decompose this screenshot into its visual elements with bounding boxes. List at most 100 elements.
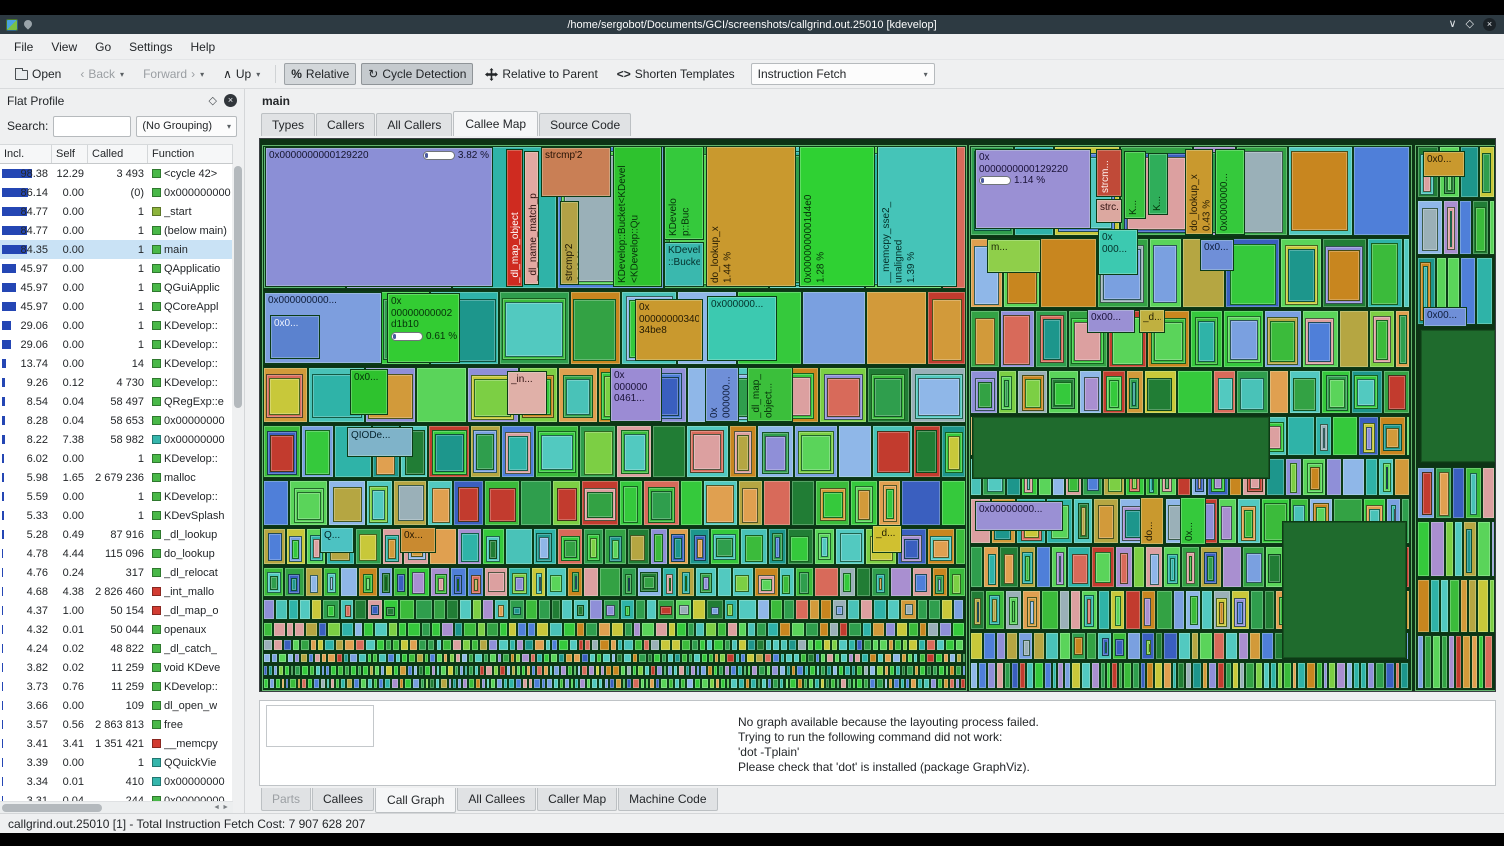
treemap-cell[interactable]: [687, 622, 695, 637]
treemap-cell[interactable]: [850, 480, 878, 526]
treemap-cell[interactable]: [692, 599, 706, 620]
treemap-cell[interactable]: strcmp'2: [541, 147, 611, 197]
treemap-cell[interactable]: [273, 639, 283, 651]
treemap-subcell[interactable]: [369, 486, 389, 523]
treemap-cell[interactable]: [788, 639, 796, 651]
treemap-cell[interactable]: [819, 622, 829, 637]
treemap-subcell[interactable]: [1240, 151, 1284, 233]
treemap-cell[interactable]: [589, 653, 596, 663]
treemap-cell[interactable]: [985, 590, 1005, 630]
treemap-cell[interactable]: [263, 653, 271, 663]
treemap-cell[interactable]: [378, 653, 387, 663]
tab-all-callers[interactable]: All Callers: [376, 113, 452, 136]
treemap-cell[interactable]: [300, 639, 310, 651]
treemap-cell[interactable]: [935, 653, 944, 663]
treemap-subcell[interactable]: [327, 573, 336, 593]
treemap-cell[interactable]: [328, 480, 366, 526]
treemap-subcell[interactable]: [1439, 472, 1449, 516]
treemap-cell[interactable]: [1192, 662, 1202, 689]
treemap-cell[interactable]: [1270, 662, 1277, 689]
treemap-cell[interactable]: [1018, 632, 1033, 660]
treemap-cell[interactable]: K...: [1148, 153, 1168, 215]
treemap-cell[interactable]: [318, 622, 327, 637]
treemap-subcell[interactable]: [1328, 250, 1360, 301]
treemap-subcell[interactable]: [745, 535, 763, 562]
treemap-cell[interactable]: [856, 678, 863, 689]
treemap-cell[interactable]: [408, 567, 430, 597]
treemap-subcell[interactable]: [1040, 315, 1064, 363]
table-row[interactable]: 3.570.562 863 813free: [0, 715, 233, 734]
treemap-cell[interactable]: [418, 639, 427, 651]
treemap-cell[interactable]: [353, 678, 360, 689]
treemap-cell[interactable]: [887, 599, 900, 620]
treemap-cell[interactable]: [826, 653, 834, 663]
treemap-subcell[interactable]: [1466, 529, 1472, 573]
treemap-cell[interactable]: [970, 370, 998, 414]
table-row[interactable]: 5.280.4987 916_dl_lookup: [0, 525, 233, 544]
treemap-cell[interactable]: [650, 528, 669, 565]
treemap-subcell[interactable]: [288, 574, 300, 594]
treemap-cell[interactable]: [1026, 662, 1034, 689]
treemap-cell[interactable]: [1223, 310, 1264, 368]
treemap-cell[interactable]: [1365, 458, 1378, 496]
tab-call-graph[interactable]: Call Graph: [375, 788, 456, 813]
treemap-subcell[interactable]: [679, 605, 689, 615]
grouping-select[interactable]: (No Grouping) ▾: [136, 116, 237, 137]
treemap-subcell[interactable]: [791, 377, 812, 416]
treemap-cell[interactable]: [453, 480, 484, 526]
back-button[interactable]: ‹ Back ▾: [73, 63, 131, 85]
treemap-cell[interactable]: [1472, 200, 1489, 255]
table-row[interactable]: 5.981.652 679 236malloc: [0, 468, 233, 487]
treemap-cell[interactable]: 0x000...: [1098, 229, 1138, 275]
treemap-cell[interactable]: [1285, 458, 1302, 496]
treemap-cell[interactable]: [527, 622, 536, 637]
treemap-cell[interactable]: [1339, 310, 1368, 368]
treemap-subcell[interactable]: [587, 534, 601, 561]
treemap-cell[interactable]: [1213, 632, 1225, 660]
treemap-cell[interactable]: [927, 291, 966, 365]
treemap-cell[interactable]: [538, 599, 551, 620]
treemap-subcell[interactable]: [1219, 602, 1224, 624]
treemap-cell[interactable]: [724, 639, 731, 651]
treemap-cell[interactable]: [271, 653, 278, 663]
treemap-cell[interactable]: [710, 528, 740, 565]
treemap-subcell[interactable]: [836, 606, 843, 615]
treemap-subcell[interactable]: [693, 434, 721, 470]
treemap-subcell[interactable]: [915, 374, 963, 419]
treemap-subcell[interactable]: [883, 485, 898, 522]
treemap-cell[interactable]: [484, 567, 508, 597]
treemap-cell[interactable]: [1225, 632, 1239, 660]
table-row[interactable]: 3.413.411 351 421__memcpy: [0, 734, 233, 753]
menu-settings[interactable]: Settings: [121, 36, 180, 58]
treemap-cell[interactable]: [1199, 632, 1213, 660]
treemap-cell[interactable]: [305, 622, 319, 637]
treemap-subcell[interactable]: [398, 485, 424, 521]
treemap-cell[interactable]: [656, 665, 663, 676]
treemap-cell[interactable]: [1141, 632, 1155, 660]
treemap-subcell[interactable]: [563, 375, 593, 418]
treemap-subcell[interactable]: [327, 605, 334, 617]
treemap-cell[interactable]: [681, 653, 688, 663]
treemap-cell[interactable]: [919, 622, 928, 637]
treemap-subcell[interactable]: [855, 486, 873, 523]
table-row[interactable]: 8.280.0458 6530x00000000: [0, 411, 233, 430]
treemap-cell[interactable]: [1163, 632, 1178, 660]
treemap-cell[interactable]: [383, 599, 399, 620]
treemap-cell[interactable]: [486, 622, 499, 637]
treemap-cell[interactable]: [962, 665, 966, 676]
treemap-cell[interactable]: strc...: [1096, 199, 1122, 223]
treemap-cell[interactable]: [910, 367, 966, 423]
treemap-subcell[interactable]: [1373, 316, 1391, 363]
treemap-subcell[interactable]: [359, 534, 377, 561]
treemap-cell[interactable]: [936, 639, 945, 651]
treemap-subcell[interactable]: [305, 430, 330, 475]
treemap-cell[interactable]: [294, 665, 301, 676]
treemap-subcell[interactable]: [1025, 556, 1030, 581]
treemap-subcell[interactable]: [742, 488, 758, 523]
treemap-cell[interactable]: [809, 599, 819, 620]
treemap-cell[interactable]: [1465, 467, 1482, 519]
treemap-cell[interactable]: [955, 665, 962, 676]
treemap-subcell[interactable]: [840, 533, 862, 562]
treemap-cell[interactable]: [770, 599, 783, 620]
treemap-cell[interactable]: [278, 653, 287, 663]
